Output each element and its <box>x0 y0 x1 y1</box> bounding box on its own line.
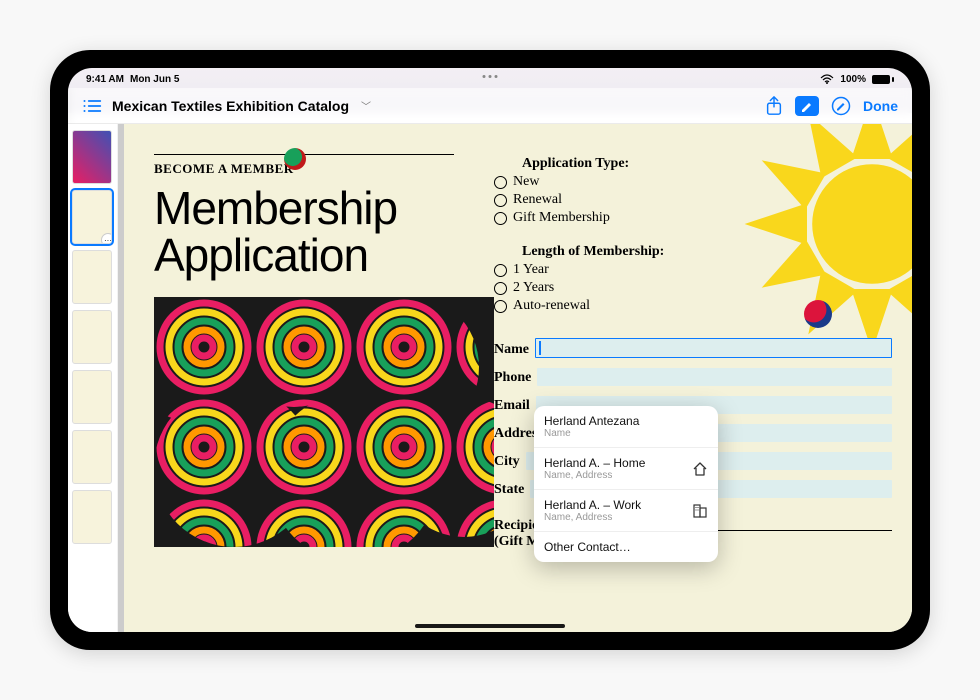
page-thumbnail[interactable] <box>72 490 112 544</box>
ipad-frame: 9:41 AM Mon Jun 5 100% <box>50 50 930 650</box>
share-icon[interactable] <box>765 96 783 116</box>
autofill-other[interactable]: Other Contact… <box>534 532 718 562</box>
option-label: New <box>513 174 539 190</box>
zip-input[interactable] <box>716 480 892 498</box>
title-chevron-icon[interactable]: ﹀ <box>361 98 371 113</box>
phone-input[interactable] <box>537 368 892 386</box>
autofill-item[interactable]: Herland A. – Home Name, Address <box>534 448 718 490</box>
home-indicator[interactable] <box>415 624 565 628</box>
autofill-other-label: Other Contact… <box>544 540 631 554</box>
group-heading-length: Length of Membership: <box>522 244 892 260</box>
done-button[interactable]: Done <box>863 98 898 114</box>
markup-pen-icon[interactable] <box>831 96 851 116</box>
field-label-email: Email <box>494 398 530 414</box>
pdf-page: BECOME A MEMBER Membership Application <box>124 124 912 632</box>
option-label: 1 Year <box>513 262 549 278</box>
battery-icon <box>872 75 894 84</box>
status-date: Mon Jun 5 <box>130 74 179 85</box>
document-viewport[interactable]: BECOME A MEMBER Membership Application <box>118 124 912 632</box>
option-label: Auto-renewal <box>513 298 590 314</box>
autofill-title: Herland A. – Work <box>544 498 641 512</box>
radio-option-renewal[interactable]: Renewal <box>494 192 892 208</box>
statusbar: 9:41 AM Mon Jun 5 100% <box>68 68 912 88</box>
radio-option-auto[interactable]: Auto-renewal <box>494 298 892 314</box>
autofill-subtitle: Name, Address <box>544 470 645 481</box>
status-left: 9:41 AM Mon Jun 5 <box>86 74 179 85</box>
page-thumbnail[interactable] <box>72 250 112 304</box>
status-right: 100% <box>820 74 894 85</box>
option-label: 2 Years <box>513 280 554 296</box>
radio-option-new[interactable]: New <box>494 174 892 190</box>
page-thumbnail[interactable] <box>72 130 112 184</box>
kicker-text: BECOME A MEMBER <box>154 161 484 177</box>
page-heading: Membership Application <box>154 185 484 279</box>
page-thumbnail[interactable] <box>72 430 112 484</box>
option-label: Renewal <box>513 192 562 208</box>
content-area: ··· <box>68 124 912 632</box>
home-icon <box>692 461 708 477</box>
field-label-name: Name <box>494 342 529 358</box>
autofill-item[interactable]: Herland A. – Work Name, Address <box>534 490 718 532</box>
autofill-subtitle: Name <box>544 428 639 439</box>
autofill-subtitle: Name, Address <box>544 512 641 523</box>
autofill-popover: Herland Antezana Name Herland A. – Home … <box>534 406 718 562</box>
radio-option-1yr[interactable]: 1 Year <box>494 262 892 278</box>
battery-pct: 100% <box>840 74 866 85</box>
building-icon <box>692 503 708 519</box>
autofill-item[interactable]: Herland Antezana Name <box>534 406 718 448</box>
status-time: 9:41 AM <box>86 74 124 85</box>
option-label: Gift Membership <box>513 210 610 226</box>
name-input[interactable] <box>535 338 892 358</box>
sidebar-list-icon[interactable] <box>82 98 102 114</box>
field-label-state: State <box>494 482 524 498</box>
thumbnail-sidebar[interactable]: ··· <box>68 124 118 632</box>
field-label-city: City <box>494 454 520 470</box>
group-heading-apptype: Application Type: <box>522 156 892 172</box>
toolbar: Mexican Textiles Exhibition Catalog ﹀ Do… <box>68 88 912 124</box>
wifi-icon <box>820 74 834 84</box>
decor-circle <box>804 300 832 328</box>
decor-circle-small <box>284 148 306 170</box>
document-title[interactable]: Mexican Textiles Exhibition Catalog <box>112 98 349 114</box>
page-thumbnail[interactable]: ··· <box>72 190 112 244</box>
field-label-phone: Phone <box>494 370 531 386</box>
autofill-title: Herland A. – Home <box>544 456 645 470</box>
screen: 9:41 AM Mon Jun 5 100% <box>68 68 912 632</box>
autofill-title: Herland Antezana <box>544 414 639 428</box>
markup-icon[interactable] <box>795 96 819 116</box>
artwork-image <box>154 297 494 547</box>
radio-option-gift[interactable]: Gift Membership <box>494 210 892 226</box>
radio-option-2yr[interactable]: 2 Years <box>494 280 892 296</box>
page-thumbnail[interactable] <box>72 310 112 364</box>
multitask-dots[interactable] <box>483 75 498 78</box>
page-thumbnail[interactable] <box>72 370 112 424</box>
